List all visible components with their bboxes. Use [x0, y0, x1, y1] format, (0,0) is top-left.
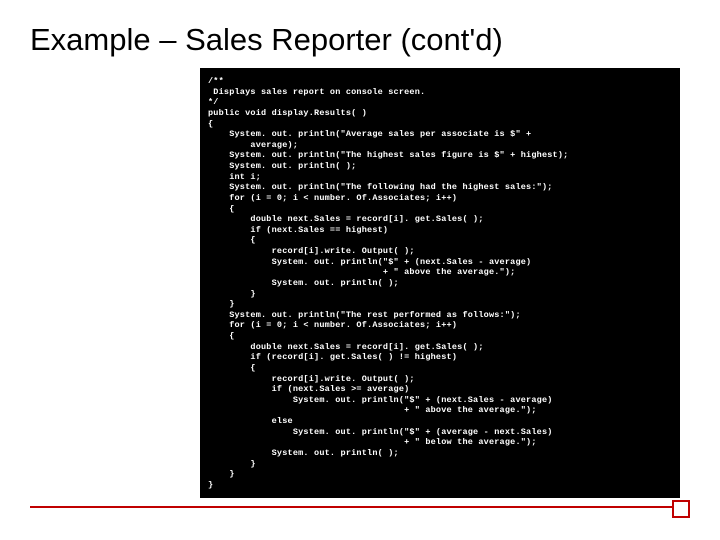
footer-square-icon	[672, 500, 690, 518]
footer-rule	[30, 506, 690, 508]
code-block: /** Displays sales report on console scr…	[200, 68, 680, 498]
slide-title: Example – Sales Reporter (cont'd)	[30, 22, 690, 58]
slide: Example – Sales Reporter (cont'd) /** Di…	[0, 0, 720, 540]
